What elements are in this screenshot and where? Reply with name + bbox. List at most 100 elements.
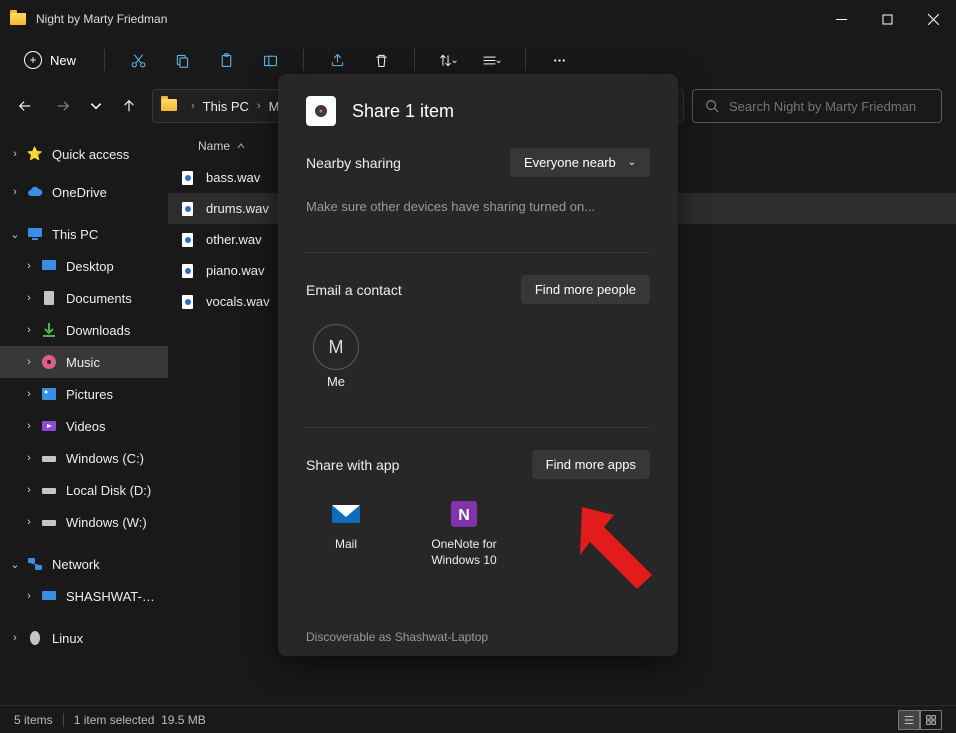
app-onenote[interactable]: N OneNote for Windows 10 [424, 497, 504, 568]
view-thumbnails-button[interactable] [920, 710, 942, 730]
sidebar-item-windows-w[interactable]: ›Windows (W:) [0, 506, 168, 538]
forward-button[interactable] [48, 91, 78, 121]
sidebar-item-quick-access[interactable]: ›⭐Quick access [0, 138, 168, 170]
sidebar: ›⭐Quick access ›OneDrive ⌄This PC ›Deskt… [0, 130, 168, 705]
nearby-sharing-label: Nearby sharing [306, 155, 401, 171]
plus-icon: + [24, 51, 42, 69]
separator [63, 713, 64, 727]
search-box[interactable] [692, 89, 942, 123]
pictures-icon [40, 385, 58, 403]
sidebar-item-onedrive[interactable]: ›OneDrive [0, 176, 168, 208]
svg-text:N: N [458, 507, 470, 524]
minimize-button[interactable] [818, 0, 864, 38]
status-selected: 1 item selected [74, 713, 155, 727]
search-icon [705, 99, 719, 113]
nearby-dropdown[interactable]: Everyone nearb ⌄ [510, 148, 650, 177]
app-mail[interactable]: Mail [306, 497, 386, 568]
star-icon: ⭐ [26, 145, 44, 163]
audio-file-icon [180, 170, 196, 186]
sidebar-item-local-d[interactable]: ›Local Disk (D:) [0, 474, 168, 506]
audio-file-icon [180, 263, 196, 279]
sidebar-item-documents[interactable]: ›Documents [0, 282, 168, 314]
nearby-value: Everyone nearb [524, 155, 616, 170]
search-input[interactable] [729, 99, 929, 114]
view-details-button[interactable] [898, 710, 920, 730]
app-label: Mail [335, 537, 357, 553]
sidebar-item-network[interactable]: ⌄Network [0, 548, 168, 580]
chevron-right-icon: › [253, 100, 265, 112]
chevron-right-icon: › [22, 292, 36, 304]
onenote-icon: N [447, 497, 481, 531]
mail-icon [329, 497, 363, 531]
sidebar-item-pictures[interactable]: ›Pictures [0, 378, 168, 410]
audio-file-icon [180, 294, 196, 310]
sidebar-item-windows-c[interactable]: ›Windows (C:) [0, 442, 168, 474]
file-name: bass.wav [206, 170, 260, 185]
chevron-right-icon: › [8, 632, 22, 644]
monitor-icon [26, 225, 44, 243]
contact-name: Me [327, 374, 345, 389]
contact-avatar[interactable]: M [313, 324, 359, 370]
chevron-right-icon: › [22, 388, 36, 400]
audio-file-icon [180, 201, 196, 217]
share-panel: Share 1 item Nearby sharing Everyone nea… [278, 74, 678, 656]
separator [104, 49, 105, 71]
chevron-down-icon: ⌄ [494, 55, 502, 66]
chevron-right-icon: › [22, 420, 36, 432]
cut-button[interactable] [119, 42, 157, 78]
separator [525, 49, 526, 71]
share-button[interactable] [318, 42, 356, 78]
find-people-button[interactable]: Find more people [521, 275, 650, 304]
sidebar-item-videos[interactable]: ›Videos [0, 410, 168, 442]
nearby-hint: Make sure other devices have sharing tur… [306, 199, 650, 214]
audio-file-icon [180, 232, 196, 248]
status-bar: 5 items 1 item selected 19.5 MB [0, 705, 956, 733]
delete-button[interactable] [362, 42, 400, 78]
email-contact-label: Email a contact [306, 282, 402, 298]
rename-button[interactable] [251, 42, 289, 78]
copy-button[interactable] [163, 42, 201, 78]
new-button[interactable]: + New [10, 47, 90, 73]
chevron-down-icon: ⌄ [8, 558, 22, 571]
computer-icon [40, 587, 58, 605]
paste-button[interactable] [207, 42, 245, 78]
separator [414, 49, 415, 71]
discoverable-label: Discoverable as Shashwat-Laptop [278, 618, 678, 656]
sidebar-item-downloads[interactable]: ›Downloads [0, 314, 168, 346]
chevron-right-icon: › [22, 590, 36, 602]
column-name[interactable]: Name [198, 139, 230, 153]
sidebar-item-linux[interactable]: ›Linux [0, 622, 168, 654]
linux-icon [26, 629, 44, 647]
status-count: 5 items [14, 713, 53, 727]
sidebar-item-shashwat[interactable]: ›SHASHWAT-LAPTOP [0, 580, 168, 612]
back-button[interactable] [10, 91, 40, 121]
separator [303, 49, 304, 71]
cloud-icon [26, 183, 44, 201]
folder-icon [161, 99, 179, 113]
file-name: vocals.wav [206, 294, 270, 309]
sidebar-item-this-pc[interactable]: ⌄This PC [0, 218, 168, 250]
up-button[interactable] [114, 91, 144, 121]
drive-icon [40, 481, 58, 499]
sidebar-item-music[interactable]: ›Music [0, 346, 168, 378]
network-icon [26, 555, 44, 573]
chevron-right-icon: › [22, 516, 36, 528]
recent-button[interactable] [86, 91, 106, 121]
maximize-button[interactable] [864, 0, 910, 38]
share-title: Share 1 item [352, 101, 454, 122]
chevron-down-icon: ⌄ [8, 228, 22, 241]
chevron-right-icon: › [22, 484, 36, 496]
new-label: New [50, 53, 76, 68]
chevron-right-icon: › [8, 186, 22, 198]
more-button[interactable] [540, 42, 578, 78]
titlebar: Night by Marty Friedman [0, 0, 956, 38]
sort-button[interactable]: ⌄ [429, 42, 467, 78]
sidebar-item-desktop[interactable]: ›Desktop [0, 250, 168, 282]
close-button[interactable] [910, 0, 956, 38]
sort-indicator-icon [236, 141, 246, 151]
chevron-right-icon: › [22, 324, 36, 336]
chevron-down-icon: ⌄ [628, 157, 636, 168]
find-apps-button[interactable]: Find more apps [532, 450, 650, 479]
breadcrumb-segment[interactable]: This PC [201, 99, 251, 114]
view-button[interactable]: ⌄ [473, 42, 511, 78]
